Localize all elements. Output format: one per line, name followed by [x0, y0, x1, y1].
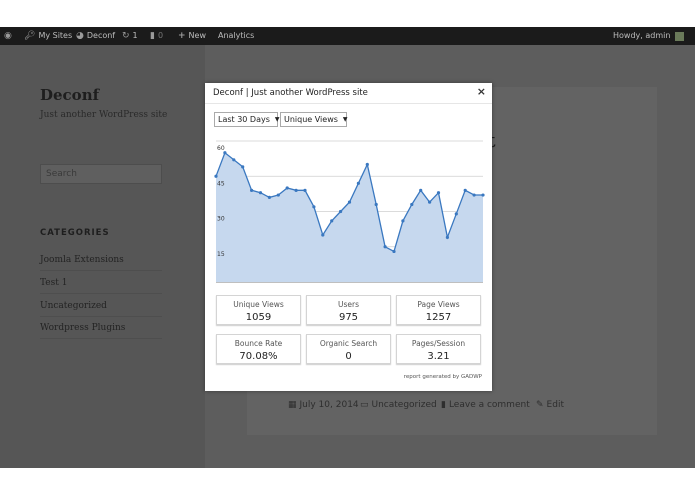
stat-label: Users [337, 300, 359, 309]
data-point[interactable] [463, 188, 467, 192]
wordpress-logo-icon[interactable]: ◉ [4, 27, 12, 45]
my-sites-link[interactable]: 🔑︎ My Sites [24, 27, 72, 45]
post-date[interactable]: ▦ July 10, 2014 [288, 400, 359, 410]
account-menu[interactable]: Howdy, admin [613, 27, 685, 45]
post-category[interactable]: ▭ Uncategorized [360, 400, 437, 410]
category-link[interactable]: Joomla Extensions [40, 255, 162, 271]
data-point[interactable] [419, 188, 423, 192]
data-point[interactable] [392, 249, 396, 254]
plus-icon: + [178, 31, 186, 41]
stat-label: Bounce Rate [234, 339, 283, 348]
analytics-modal: Deconf | Just another WordPress site × L… [205, 83, 492, 391]
data-point[interactable] [258, 191, 263, 195]
data-point[interactable] [383, 245, 387, 249]
data-point[interactable] [312, 205, 316, 209]
key-icon: 🔑︎ [24, 31, 36, 41]
category-link[interactable]: Uncategorized [40, 301, 162, 317]
data-point[interactable] [339, 209, 343, 214]
category-link[interactable]: Test 1 [40, 278, 162, 294]
stat-value: 1257 [425, 312, 452, 323]
data-point[interactable] [294, 188, 298, 192]
data-point[interactable] [454, 212, 458, 216]
report-footer: report generated by GADWP [403, 374, 482, 380]
data-point[interactable] [267, 195, 271, 199]
data-point[interactable] [356, 181, 360, 185]
calendar-icon: ▦ [288, 400, 297, 410]
comments-link[interactable]: ▮ 0 [150, 27, 163, 45]
new-content-link[interactable]: + New [178, 27, 206, 45]
leave-comment-link[interactable]: ▮ Leave a comment [441, 400, 530, 410]
dashboard-icon: ◕ [76, 31, 84, 41]
avatar [675, 31, 685, 41]
admin-bar: ◉ 🔑︎ My Sites ◕ Deconf ↻ 1 ▮ 0 + New Analytic… [0, 27, 695, 45]
data-point[interactable] [241, 165, 245, 169]
data-point[interactable] [330, 219, 334, 223]
stat-label: Page Views [417, 300, 460, 309]
updates-link[interactable]: ↻ 1 [122, 27, 138, 45]
stat-box: Organic Search 0 [306, 334, 391, 364]
y-tick-label: 60 [217, 145, 225, 152]
data-point[interactable] [436, 191, 441, 195]
data-point[interactable] [250, 188, 254, 192]
stat-box: Bounce Rate 70.08% [216, 334, 301, 364]
data-point[interactable] [472, 193, 476, 197]
comment-icon: ▮ [150, 31, 155, 41]
data-point[interactable] [410, 202, 414, 207]
data-point[interactable] [276, 193, 280, 197]
stat-value: 70.08% [239, 351, 278, 362]
stat-label: Organic Search [319, 339, 378, 348]
stat-box: Unique Views 1059 [216, 295, 301, 325]
y-tick-label: 45 [217, 180, 225, 187]
data-point[interactable] [347, 200, 352, 204]
views-chart: 15 30 45 60 [214, 140, 485, 283]
categories-heading: CATEGORIES [40, 228, 110, 238]
stat-box: Pages/Session 3.21 [396, 334, 481, 364]
site-description: Just another WordPress site [40, 110, 168, 120]
search-input[interactable]: Search [40, 164, 162, 184]
category-link[interactable]: Wordpress Plugins [40, 323, 162, 339]
stat-value: 1059 [245, 312, 272, 323]
pencil-icon: ✎ [536, 400, 544, 410]
data-point[interactable] [365, 162, 369, 167]
data-point[interactable] [303, 188, 307, 192]
stat-label: Pages/Session [411, 339, 466, 348]
stat-value: 975 [338, 312, 359, 323]
y-tick-label: 30 [217, 216, 225, 223]
data-point[interactable] [214, 174, 218, 178]
comment-icon: ▮ [441, 400, 446, 410]
data-point[interactable] [428, 200, 432, 204]
site-title[interactable]: Deconf [40, 86, 99, 104]
stat-value: 3.21 [427, 351, 450, 362]
stat-value: 0 [345, 351, 352, 362]
data-point[interactable] [401, 219, 405, 223]
data-point[interactable] [285, 186, 289, 190]
stat-box: Users 975 [306, 295, 391, 325]
site-name-link[interactable]: ◕ Deconf [76, 27, 115, 45]
data-point[interactable] [374, 202, 378, 207]
folder-icon: ▭ [360, 400, 369, 410]
analytics-link[interactable]: Analytics [218, 27, 254, 45]
edit-link[interactable]: ✎ Edit [536, 400, 564, 410]
stat-label: Unique Views [233, 300, 284, 309]
data-point[interactable] [321, 233, 325, 237]
refresh-icon: ↻ [122, 31, 130, 41]
data-point[interactable] [232, 158, 236, 162]
y-tick-label: 15 [217, 251, 225, 258]
sidebar: Deconf Just another WordPress site Searc… [0, 45, 205, 468]
data-point[interactable] [445, 235, 449, 239]
data-point[interactable] [481, 193, 485, 197]
stat-box: Page Views 1257 [396, 295, 481, 325]
